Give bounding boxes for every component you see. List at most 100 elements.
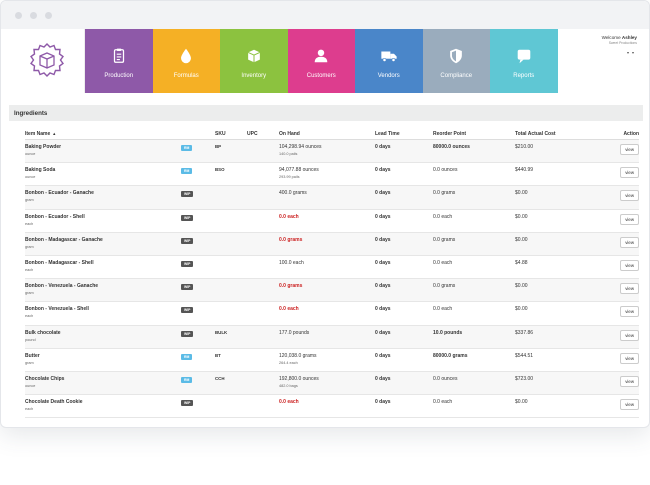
total-cost-value: $544.51 [515,352,534,359]
reorder-point-value: 0.0 grams [433,283,456,290]
total-cost-value: $0.00 [515,190,528,197]
nav-tile-label: Production [104,73,134,79]
nav-tile-customers[interactable]: Customers [287,29,355,93]
item-name[interactable]: Chocolate Death Cookie [25,399,181,405]
ingredients-table: Item Name ▲ SKU UPC On Hand Lead Time Reo… [25,129,639,419]
view-button[interactable]: view [620,375,639,387]
nav-tile-vendors[interactable]: Vendors [355,29,423,93]
nav-tile-formulas[interactable]: Formulas [152,29,220,93]
table-row: Bonbon - Madagascar - Ganache gram WIP 0.0 … [25,232,639,256]
reorder-point-value: 80000.0 ounces [433,144,470,150]
lead-time-value: 0 days [375,306,391,313]
item-name[interactable]: Baking Soda [25,167,181,173]
on-hand-alt: 293.99 pails [279,175,300,180]
type-badge: WIP [181,330,194,337]
view-button[interactable]: view [620,190,639,202]
item-unit: ounce [25,152,36,156]
on-hand-value: 0.0 grams [279,236,303,243]
nav-tile-production[interactable]: Production [85,29,153,93]
chat-icon [517,49,531,64]
user-menu[interactable]: Welcome Ashley Sweet Productions ▾▾ [558,29,644,93]
logo-badge-icon [29,43,64,77]
lead-time-value: 0 days [375,259,391,266]
total-cost-value: $0.00 [515,236,528,243]
view-button[interactable]: view [620,352,639,364]
sku-value: BP [215,144,222,149]
view-button[interactable]: view [620,213,639,225]
item-name[interactable]: Chocolate Chips [25,376,181,382]
header-upc: UPC [247,131,258,137]
reorder-point-value: 0.0 ounces [433,375,458,382]
nav-tile-inventory[interactable]: Inventory [220,29,288,93]
on-hand-value: 0.0 each [279,213,299,220]
view-button[interactable]: view [620,259,639,271]
lead-time-value: 0 days [375,352,391,359]
reorder-point-value: 0.0 grams [433,190,456,197]
person-icon [314,49,328,63]
sort-up-icon[interactable]: ▲ [52,131,56,136]
view-button[interactable]: view [620,144,639,155]
item-name[interactable]: Bonbon - Venezuela - Shell [25,306,181,312]
shield-icon [450,48,463,64]
view-button[interactable]: view [620,329,639,341]
type-badge: WIP [181,237,194,244]
view-button[interactable]: view [620,306,639,318]
top-nav: Production Formulas Inventory Customers Vend… [9,29,643,93]
droplet-icon [181,48,192,64]
header-on-hand: On Hand [279,131,300,137]
view-button[interactable]: view [620,399,639,411]
header-item-name[interactable]: Item Name ▲ [25,131,181,137]
on-hand-alt: 264.4 each [279,360,298,365]
header-lead-time: Lead Time [375,131,400,137]
nav-tile-label: Formulas [173,73,199,79]
sku-value: BSO [215,167,225,173]
total-cost-value: $210.00 [515,144,534,150]
chevron-down-icon[interactable]: ▾▾ [558,50,638,55]
header-reorder-point: Reorder Point [433,131,467,137]
item-unit: ounce [25,383,36,388]
table-row: Baking Powder ounce RM BP 104,298.94 ounces 1… [25,140,639,164]
on-hand-value: 0.0 each [279,399,299,406]
on-hand-value: 0.0 grams [279,283,303,290]
item-name[interactable]: Bonbon - Madagascar - Shell [25,260,181,266]
item-name[interactable]: Bonbon - Venezuela - Ganache [25,283,181,289]
nav-tile-label: Inventory [241,73,267,79]
item-name[interactable]: Butter [25,353,181,359]
type-badge: RM [181,353,193,360]
nav-tile-compliance[interactable]: Compliance [422,29,490,93]
on-hand-value: 400.0 grams [279,190,307,197]
type-badge: RM [181,168,193,175]
item-name[interactable]: Baking Powder [25,144,181,150]
on-hand-value: 94,077.88 ounces [279,167,319,174]
total-cost-value: $723.00 [515,375,534,382]
type-badge: RM [181,145,193,151]
item-name[interactable]: Bulk chocolate [25,330,181,336]
item-name[interactable]: Bonbon - Ecuador - Shell [25,214,181,220]
welcome-text: Welcome Ashley [601,35,637,40]
total-cost-value: $337.86 [515,329,534,336]
item-name[interactable]: Bonbon - Madagascar - Ganache [25,237,181,243]
lead-time-value: 0 days [375,190,391,197]
on-hand-alt: 140.0 pails [279,152,298,156]
type-badge: WIP [181,307,194,314]
view-button[interactable]: view [620,283,639,295]
view-button[interactable]: view [620,167,639,179]
on-hand-value: 192,800.0 ounces [279,375,319,382]
header-sku: SKU [215,131,226,137]
table-header: Item Name ▲ SKU UPC On Hand Lead Time Reo… [25,129,639,140]
reorder-point-value: 0.0 each [433,213,453,220]
window-dot-icon [15,11,22,19]
nav-tile-reports[interactable]: Reports [490,29,558,93]
window-chrome [1,1,649,29]
logo[interactable] [9,29,85,93]
type-badge: WIP [181,400,194,407]
reorder-point-value: 0.0 each [433,259,453,266]
reorder-point-value: 10.0 pounds [433,329,463,336]
table-row: Bonbon - Venezuela - Ganache gram WIP 0.0 g… [25,279,639,303]
type-badge: WIP [181,284,194,291]
nav-tile-label: Customers [306,73,336,79]
item-unit: gram [25,360,34,365]
view-button[interactable]: view [620,236,639,248]
total-cost-value: $0.00 [515,283,528,290]
item-name[interactable]: Bonbon - Ecuador - Ganache [25,190,181,196]
